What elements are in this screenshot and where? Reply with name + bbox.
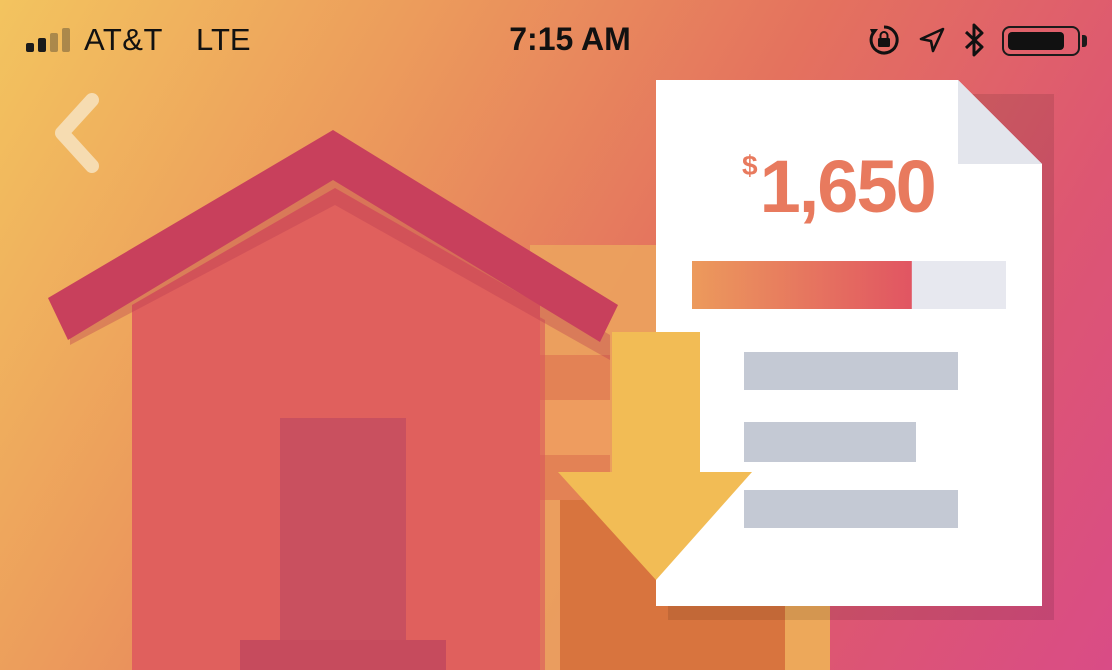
hero-illustration	[48, 80, 1054, 670]
location-arrow-icon	[919, 27, 945, 53]
signal-icon	[26, 28, 72, 52]
battery-tip	[1082, 35, 1087, 47]
house-icon	[48, 130, 618, 670]
currency-symbol: $	[742, 150, 758, 181]
battery-icon	[1002, 26, 1080, 56]
carrier-name: AT&T	[84, 22, 163, 57]
invoice-line	[744, 490, 958, 528]
bluetooth-icon	[964, 23, 984, 57]
status-icons	[868, 20, 1098, 60]
status-time: 7:15 AM	[509, 21, 631, 57]
invoice-progress-fill	[692, 261, 912, 309]
back-button[interactable]	[46, 88, 116, 178]
chevron-left-icon	[55, 93, 99, 173]
rotation-lock-icon	[869, 25, 899, 55]
battery-level-fill	[1008, 32, 1065, 50]
invoice-amount: $1,650	[742, 144, 937, 229]
invoice-line	[744, 352, 958, 390]
status-bar: AT&T LTE 7:15 AM	[0, 0, 1112, 80]
network-type: LTE	[196, 22, 251, 57]
amount-value: 1,650	[759, 145, 937, 228]
invoice-line	[744, 422, 916, 462]
app-screen: $1,650 AT&T LTE 7:15 AM	[0, 0, 1112, 670]
